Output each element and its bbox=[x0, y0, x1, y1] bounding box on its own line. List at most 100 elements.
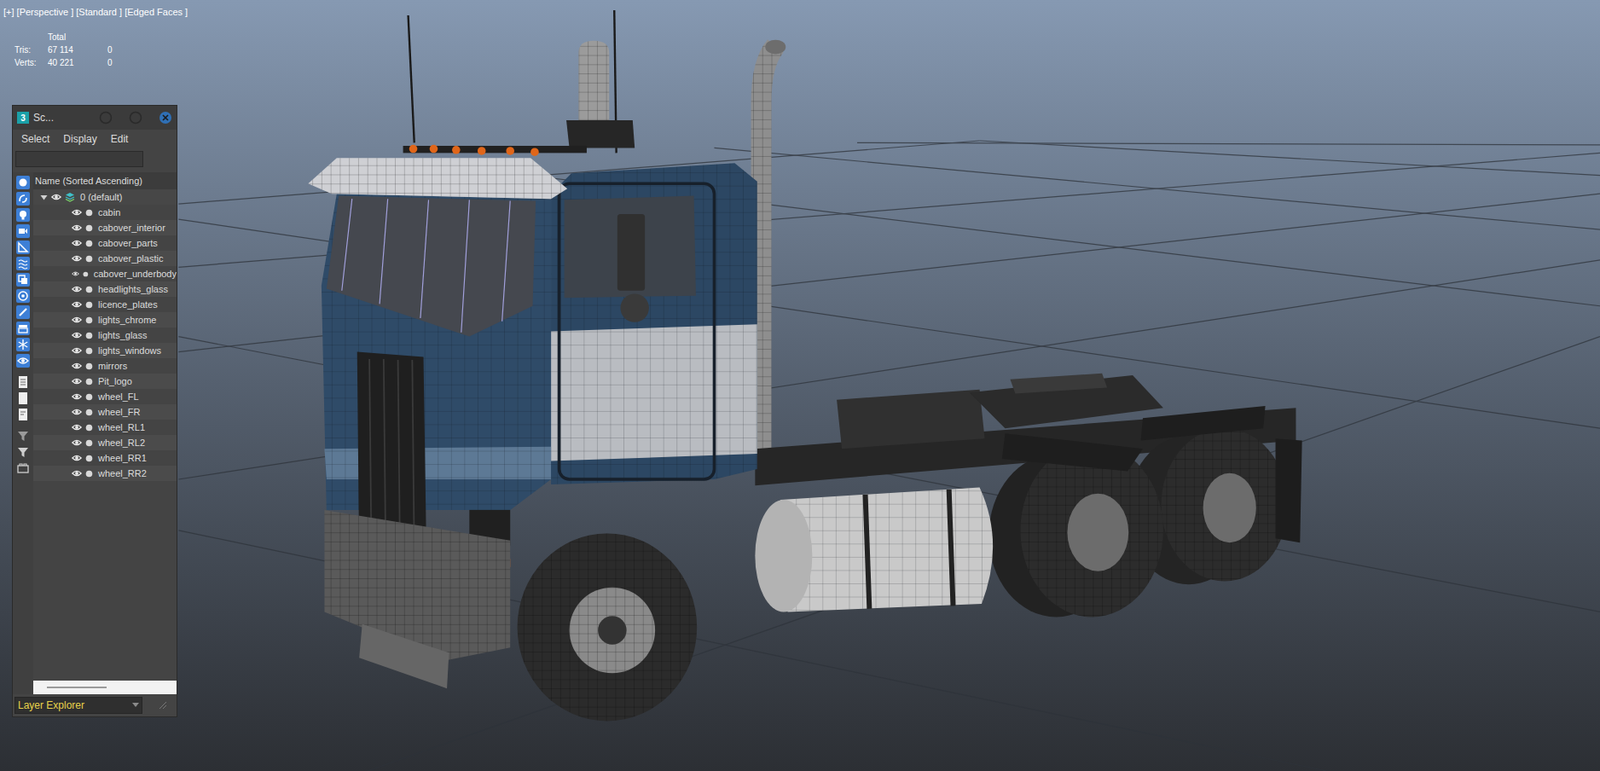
freeze-dot-icon[interactable] bbox=[85, 301, 93, 309]
object-name: wheel_RR2 bbox=[98, 466, 147, 482]
freeze-dot-icon[interactable] bbox=[85, 423, 93, 432]
object-row[interactable]: wheel_RR2 bbox=[33, 465, 177, 482]
freeze-dot-icon[interactable] bbox=[85, 439, 93, 447]
display-containers-icon[interactable] bbox=[16, 321, 30, 336]
display-helpers-icon[interactable] bbox=[16, 240, 30, 255]
truck-model-render[interactable] bbox=[0, 0, 1600, 771]
menu-bar: Select Display Edit bbox=[12, 129, 177, 149]
object-row[interactable]: wheel_RL1 bbox=[33, 419, 177, 435]
visibility-eye-icon[interactable] bbox=[71, 239, 82, 247]
freeze-dot-icon[interactable] bbox=[85, 377, 93, 386]
display-none-icon[interactable] bbox=[16, 391, 30, 406]
object-row[interactable]: wheel_FR bbox=[33, 404, 177, 420]
visibility-eye-icon[interactable] bbox=[71, 224, 82, 232]
object-row[interactable]: wheel_RR1 bbox=[33, 450, 177, 466]
object-name: wheel_FR bbox=[98, 405, 141, 420]
container-filter-icon[interactable] bbox=[16, 461, 30, 476]
freeze-dot-icon[interactable] bbox=[85, 239, 93, 248]
freeze-dot-icon[interactable] bbox=[85, 454, 93, 463]
menu-item[interactable]: Edit bbox=[110, 131, 129, 147]
visibility-eye-icon[interactable] bbox=[71, 301, 82, 308]
visibility-eye-icon[interactable] bbox=[71, 331, 82, 339]
freeze-dot-icon[interactable] bbox=[85, 469, 93, 478]
visibility-eye-icon[interactable] bbox=[71, 347, 82, 354]
scrollbar-thumb[interactable] bbox=[46, 686, 107, 689]
close-icon[interactable] bbox=[158, 110, 173, 125]
filter-icon[interactable] bbox=[16, 428, 30, 443]
visibility-eye-icon[interactable] bbox=[71, 255, 82, 262]
display-shapes-icon[interactable] bbox=[16, 191, 30, 206]
freeze-dot-icon[interactable] bbox=[85, 362, 93, 371]
object-row[interactable]: lights_glass bbox=[33, 327, 177, 343]
dropdown-arrow-icon[interactable] bbox=[132, 702, 140, 708]
display-hidden-icon[interactable] bbox=[16, 353, 30, 368]
freeze-dot-icon[interactable] bbox=[82, 270, 89, 279]
scene-explorer-window[interactable]: 3 Sc... Select Display Edit bbox=[11, 104, 178, 718]
display-lights-icon[interactable] bbox=[16, 208, 30, 222]
resize-grip-icon[interactable] bbox=[157, 700, 169, 711]
visibility-eye-icon[interactable] bbox=[71, 393, 82, 400]
freeze-dot-icon[interactable] bbox=[85, 316, 93, 325]
freeze-dot-icon[interactable] bbox=[85, 208, 93, 217]
visibility-eye-icon[interactable] bbox=[71, 362, 82, 370]
display-groups-icon[interactable] bbox=[16, 272, 30, 287]
object-row[interactable]: Pit_logo bbox=[33, 373, 177, 389]
display-geometry-icon[interactable] bbox=[16, 175, 30, 190]
expand-arrow-icon[interactable] bbox=[40, 193, 48, 202]
search-field[interactable] bbox=[15, 150, 144, 168]
object-row[interactable]: lights_windows bbox=[33, 342, 177, 359]
freeze-dot-icon[interactable] bbox=[85, 224, 93, 232]
display-spacewarps-icon[interactable] bbox=[16, 256, 30, 271]
filter-active-icon[interactable] bbox=[16, 445, 30, 459]
visibility-eye-icon[interactable] bbox=[71, 316, 82, 324]
object-row[interactable]: wheel_FL bbox=[33, 388, 177, 405]
explorer-dropdown[interactable]: Layer Explorer bbox=[14, 696, 143, 714]
visibility-eye-icon[interactable] bbox=[51, 193, 62, 201]
freeze-dot-icon[interactable] bbox=[85, 331, 93, 340]
display-xrefs-icon[interactable] bbox=[16, 289, 30, 303]
display-frozen-icon[interactable] bbox=[16, 337, 30, 352]
object-name: wheel_RL2 bbox=[98, 435, 145, 451]
visibility-eye-icon[interactable] bbox=[71, 408, 82, 416]
visibility-eye-icon[interactable] bbox=[71, 423, 82, 431]
menu-item[interactable]: Display bbox=[63, 131, 97, 147]
visibility-eye-icon[interactable] bbox=[71, 454, 82, 462]
object-name: mirrors bbox=[98, 359, 128, 374]
viewport-label[interactable]: [+] [Perspective ] [Standard ] [Edged Fa… bbox=[3, 5, 188, 20]
freeze-dot-icon[interactable] bbox=[85, 347, 93, 355]
visibility-eye-icon[interactable] bbox=[71, 270, 80, 278]
object-row[interactable]: licence_plates bbox=[33, 296, 177, 313]
title-bar[interactable]: 3 Sc... bbox=[12, 105, 177, 130]
object-row[interactable]: cabover_interior bbox=[33, 220, 177, 236]
menu-item[interactable]: Select bbox=[21, 131, 50, 147]
freeze-dot-icon[interactable] bbox=[85, 393, 93, 401]
object-row[interactable]: cabover_plastic bbox=[33, 250, 177, 267]
minimize-icon[interactable] bbox=[98, 110, 113, 125]
maximize-icon[interactable] bbox=[128, 110, 143, 125]
visibility-eye-icon[interactable] bbox=[71, 208, 82, 216]
object-row[interactable]: headlights_glass bbox=[33, 281, 177, 297]
layer-row[interactable]: 0 (default) bbox=[33, 189, 177, 205]
object-row[interactable]: lights_chrome bbox=[33, 312, 177, 328]
visibility-eye-icon[interactable] bbox=[71, 285, 82, 293]
visibility-eye-icon[interactable] bbox=[71, 439, 82, 447]
visibility-eye-icon[interactable] bbox=[71, 469, 82, 477]
freeze-dot-icon[interactable] bbox=[85, 285, 93, 294]
display-all-icon[interactable] bbox=[16, 375, 30, 389]
visibility-eye-icon[interactable] bbox=[71, 377, 82, 385]
freeze-dot-icon[interactable] bbox=[85, 255, 93, 263]
display-bones-icon[interactable] bbox=[16, 305, 30, 319]
layer-name: 0 (default) bbox=[80, 190, 123, 205]
object-row[interactable]: cabover_underbody bbox=[33, 266, 177, 282]
object-row[interactable]: cabover_parts bbox=[33, 235, 177, 251]
object-row[interactable]: mirrors bbox=[33, 358, 177, 374]
object-row[interactable]: wheel_RL2 bbox=[33, 434, 177, 451]
object-name: cabover_interior bbox=[98, 220, 166, 236]
viewport[interactable]: [+] [Perspective ] [Standard ] [Edged Fa… bbox=[0, 0, 1600, 771]
display-cameras-icon[interactable] bbox=[16, 224, 30, 238]
invert-display-icon[interactable] bbox=[16, 407, 30, 422]
object-row[interactable]: cabin bbox=[33, 204, 177, 221]
column-header[interactable]: Name (Sorted Ascending) bbox=[33, 172, 177, 190]
horizontal-scrollbar[interactable] bbox=[33, 680, 177, 695]
freeze-dot-icon[interactable] bbox=[85, 408, 93, 417]
